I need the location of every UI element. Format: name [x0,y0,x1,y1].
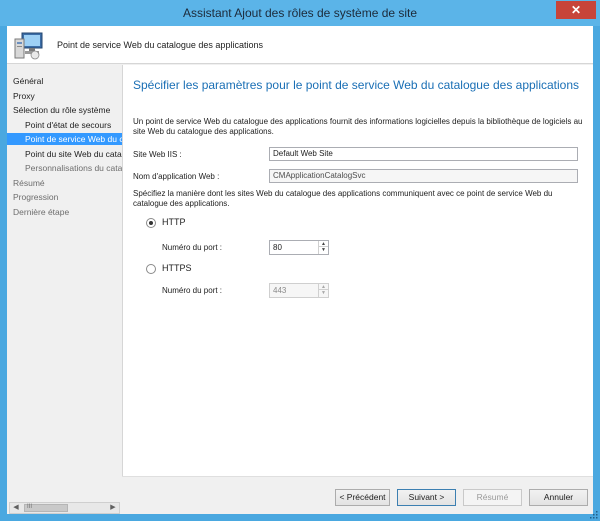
next-button[interactable]: Suivant > [397,489,456,506]
wizard-header: Point de service Web du catalogue des ap… [7,26,593,64]
wizard-footer: < Précédent Suivant > Résumé Annuler [122,476,593,514]
http-radio[interactable] [146,218,156,228]
http-port-value: 80 [273,243,282,252]
sidebar-step-item[interactable]: Résumé [7,177,122,189]
sidebar-step-item[interactable]: Sélection du rôle système [7,104,122,116]
spin-down-icon[interactable]: ▼ [319,290,328,296]
sidebar-horizontal-scrollbar[interactable]: ◀ III ▶ [9,502,120,514]
http-port-spinner[interactable]: 80 ▲ ▼ [269,240,329,255]
scroll-left-arrow-icon[interactable]: ◀ [10,503,22,513]
sidebar-step-item[interactable]: Dernière étape [7,206,122,218]
wizard-steps-sidebar: Général Proxy Sélection du rôle système Poi… [7,65,122,514]
header-title: Point de service Web du catalogue des ap… [57,40,263,50]
web-app-name-field[interactable]: CMApplicationCatalogSvc [269,169,578,183]
radio-selected-dot [149,221,153,225]
title-bar[interactable]: Assistant Ajout des rôles de système de … [0,0,600,26]
spinner-buttons: ▲ ▼ [318,284,328,297]
https-port-value: 443 [273,286,287,295]
scroll-grip: III [27,504,33,510]
wizard-client-area: Point de service Web du catalogue des ap… [7,26,593,514]
web-app-name-label: Nom d'application Web : [133,172,220,181]
communication-text: Spécifiez la manière dont les sites Web … [133,189,553,208]
page-title: Spécifier les paramètres pour le point d… [133,78,580,92]
iis-website-field[interactable]: Default Web Site [269,147,578,161]
close-button[interactable]: ✕ [556,1,596,19]
computer-icon [14,32,43,60]
wizard-window: Assistant Ajout des rôles de système de … [0,0,600,521]
sidebar-step-item[interactable]: Point d'état de secours [7,119,122,131]
wizard-steps-list: Général Proxy Sélection du rôle système Poi… [7,75,122,220]
iis-website-label: Site Web IIS : [133,150,182,159]
resize-grip-icon[interactable] [590,511,598,519]
https-port-label: Numéro du port : [162,286,223,295]
sidebar-step-item[interactable]: Point du site Web du catalogue des appli… [7,148,122,160]
sidebar-step-item[interactable]: Point de service Web du catalogue des ap… [7,133,122,145]
http-radio-label[interactable]: HTTP [162,217,186,227]
https-port-spinner[interactable]: 443 ▲ ▼ [269,283,329,298]
spinner-buttons: ▲ ▼ [318,241,328,254]
wizard-content-panel: Spécifier les paramètres pour le point d… [122,65,593,476]
https-radio[interactable] [146,264,156,274]
summary-button[interactable]: Résumé [463,489,522,506]
sidebar-step-item[interactable]: Proxy [7,90,122,102]
spin-down-icon[interactable]: ▼ [319,247,328,253]
window-title: Assistant Ajout des rôles de système de … [182,6,418,20]
scroll-right-arrow-icon[interactable]: ▶ [107,503,119,513]
sidebar-step-item[interactable]: Personnalisations du catalogue des appli… [7,162,122,174]
https-radio-label[interactable]: HTTPS [162,263,192,273]
http-port-label: Numéro du port : [162,243,223,252]
cancel-button[interactable]: Annuler [529,489,588,506]
description-text: Un point de service Web du catalogue des… [133,117,583,136]
sidebar-step-item[interactable]: Général [7,75,122,87]
sidebar-step-item[interactable]: Progression [7,191,122,203]
previous-button[interactable]: < Précédent [335,489,390,506]
